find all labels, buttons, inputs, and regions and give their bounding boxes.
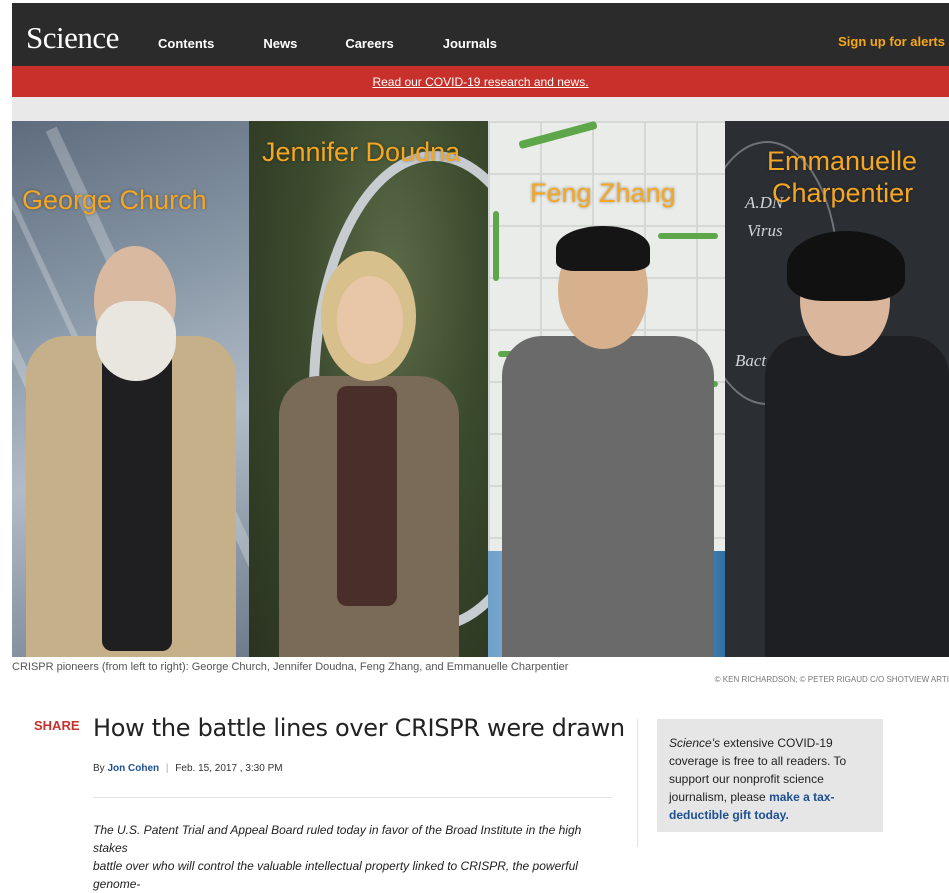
site-header: Science Contents News Careers Journals S… [12, 3, 949, 66]
byline: By Jon Cohen | Feb. 15, 2017 , 3:30 PM [93, 763, 283, 774]
main-nav: Contents News Careers Journals [158, 36, 497, 51]
article-lede: The U.S. Patent Trial and Appeal Board r… [93, 821, 618, 893]
promo-science-italic: Science's [669, 736, 720, 750]
label-jennifer-doudna: Jennifer Doudna [262, 137, 461, 167]
share-button[interactable]: SHARE [34, 718, 80, 733]
covid-banner: Read our COVID-19 research and news. [12, 66, 949, 97]
byline-divider [93, 797, 612, 798]
nav-journals[interactable]: Journals [443, 36, 497, 51]
photo-jennifer-doudna [249, 121, 488, 657]
author-link[interactable]: Jon Cohen [107, 763, 159, 774]
lede-line-1: The U.S. Patent Trial and Appeal Board r… [93, 823, 582, 855]
label-emmanuelle: Emmanuelle [767, 146, 918, 176]
covid-donation-promo: Science's extensive COVID-19 coverage is… [657, 719, 883, 832]
publish-date: Feb. 15, 2017 , 3:30 PM [175, 763, 283, 774]
label-feng-zhang: Feng Zhang [530, 178, 676, 208]
byline-by: By [93, 763, 105, 774]
nav-news[interactable]: News [263, 36, 297, 51]
label-george-church: George Church [22, 185, 207, 215]
science-logo[interactable]: Science [26, 20, 119, 56]
ad-spacer [12, 97, 949, 121]
photo-credit: © KEN RICHARDSON; © PETER RIGAUD C/O SHO… [714, 675, 949, 684]
label-charpentier: Charpentier [772, 178, 914, 208]
hero-image: A.DN Virus Bact George Church Jennifer D… [12, 121, 949, 657]
article-headline: How the battle lines over CRISPR were dr… [93, 714, 625, 742]
lede-line-2: battle over who will control the valuabl… [93, 859, 578, 891]
byline-separator: | [165, 763, 169, 774]
covid-research-link[interactable]: Read our COVID-19 research and news. [372, 75, 588, 89]
nav-careers[interactable]: Careers [345, 36, 393, 51]
image-caption: CRISPR pioneers (from left to right): Ge… [12, 661, 569, 673]
sign-up-for-alerts-link[interactable]: Sign up for alerts [838, 34, 945, 49]
left-margin [0, 0, 12, 847]
column-divider [637, 719, 638, 847]
nav-contents[interactable]: Contents [158, 36, 214, 51]
